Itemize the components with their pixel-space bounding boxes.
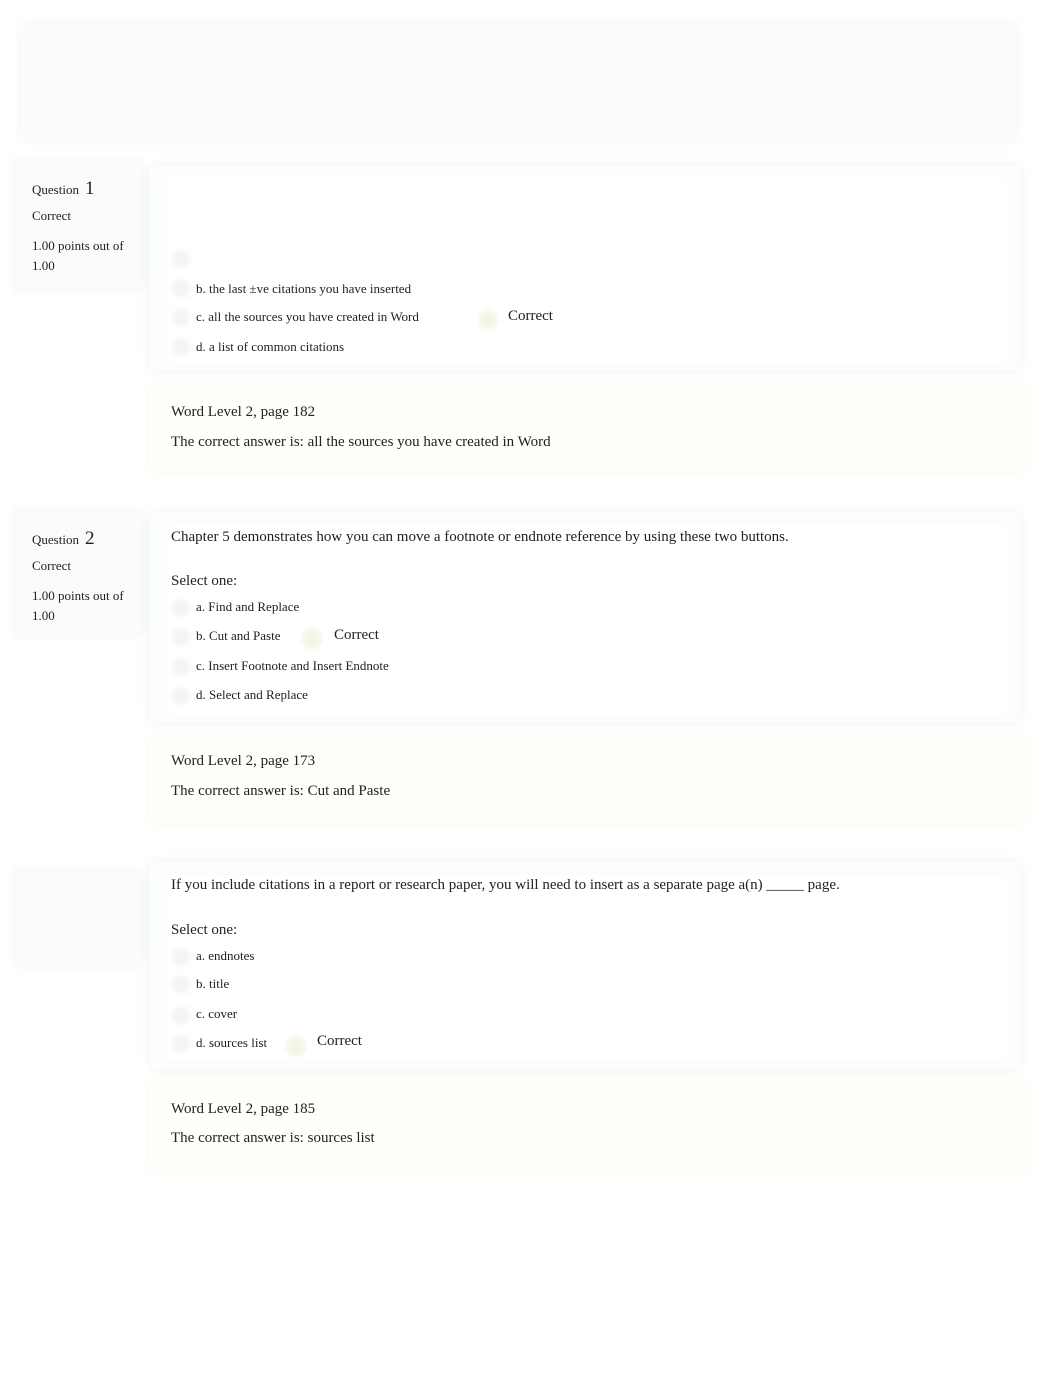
radio-c[interactable] <box>172 658 190 676</box>
option-d[interactable]: d. a list of common citations <box>196 339 344 355</box>
question-info <box>14 870 142 965</box>
radio-a[interactable] <box>172 599 190 617</box>
question-grade: 1.00 points out of 1.00 <box>32 588 124 623</box>
question-info: Question 2 Correct 1.00 points out of 1.0… <box>14 510 142 635</box>
question-info: Question 1 Correct 1.00 points out of 1.0… <box>14 160 142 290</box>
feedback-reference: Word Level 2, page 173 <box>171 753 316 769</box>
correct-mark: Correct <box>334 627 379 643</box>
radio-a[interactable] <box>172 948 190 966</box>
question-state: Correct <box>32 208 71 223</box>
option-a[interactable]: a. endnotes <box>196 948 254 964</box>
question-text: If you include citations in a report or … <box>171 877 840 893</box>
check-icon <box>302 629 322 649</box>
question-state: Correct <box>32 558 71 573</box>
select-one-label: Select one: <box>171 573 238 589</box>
correct-answer: The correct answer is: sources list <box>171 1130 375 1146</box>
question-number: 1 <box>84 178 95 199</box>
feedback <box>150 1085 1025 1170</box>
question-label: Question <box>32 182 79 197</box>
option-c[interactable]: c. all the sources you have created in W… <box>196 309 419 325</box>
option-b[interactable]: b. title <box>196 976 229 992</box>
question-grade: 1.00 points out of 1.00 <box>32 238 124 273</box>
question-text: Chapter 5 demonstrates how you can move … <box>171 529 789 545</box>
radio-d[interactable] <box>172 1035 190 1053</box>
feedback-reference: Word Level 2, page 185 <box>171 1101 316 1117</box>
radio-b[interactable] <box>172 628 190 646</box>
option-d[interactable]: d. Select and Replace <box>196 687 308 703</box>
radio-a[interactable] <box>172 250 190 268</box>
page-header <box>22 24 1017 139</box>
option-a[interactable]: a. Find and Replace <box>196 599 299 615</box>
correct-mark: Correct <box>508 308 553 324</box>
option-b[interactable]: b. the last ±ve citations you have inser… <box>196 281 411 297</box>
question-label: Question <box>32 532 79 547</box>
radio-c[interactable] <box>172 1006 190 1024</box>
question-number: 2 <box>84 528 95 549</box>
radio-b[interactable] <box>172 976 190 994</box>
option-c[interactable]: c. cover <box>196 1006 237 1022</box>
correct-mark: Correct <box>317 1033 362 1049</box>
correct-answer: The correct answer is: Cut and Paste <box>171 783 391 799</box>
radio-b[interactable] <box>172 280 190 298</box>
check-icon <box>478 310 498 330</box>
radio-d[interactable] <box>172 687 190 705</box>
radio-d[interactable] <box>172 338 190 356</box>
feedback <box>150 385 1025 470</box>
feedback-reference: Word Level 2, page 182 <box>171 404 316 420</box>
feedback <box>150 737 1025 822</box>
option-c[interactable]: c. Insert Footnote and Insert Endnote <box>196 658 389 674</box>
radio-c[interactable] <box>172 309 190 327</box>
check-icon <box>286 1037 306 1057</box>
correct-answer: The correct answer is: all the sources y… <box>171 434 551 450</box>
option-b[interactable]: b. Cut and Paste <box>196 628 281 644</box>
select-one-label: Select one: <box>171 922 238 938</box>
option-d[interactable]: d. sources list <box>196 1035 267 1051</box>
